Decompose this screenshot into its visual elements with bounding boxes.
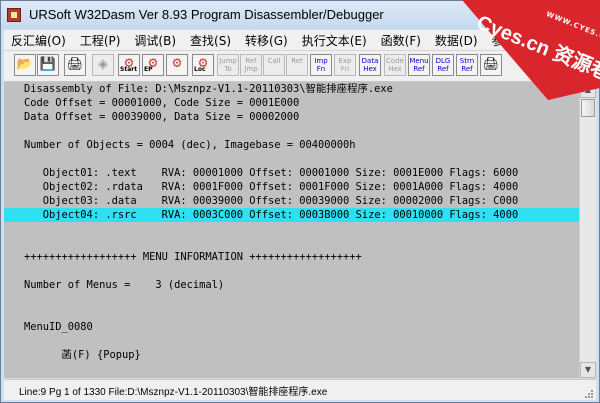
menu-item[interactable]: 转移(G) [238, 32, 295, 49]
menu-item[interactable]: 调试(B) [127, 32, 183, 49]
window-title: URSoft W32Dasm Ver 8.93 Program Disassem… [29, 7, 384, 22]
step-start-icon[interactable]: ⚙ Start [118, 54, 140, 76]
listing-line-text: Data Offset = 00039000, Data Size = 0000… [24, 111, 300, 123]
ret-icon[interactable]: Ret [286, 54, 308, 76]
listing-line[interactable] [4, 334, 579, 348]
vertical-scrollbar[interactable]: ▲ ▼ [579, 82, 596, 378]
toolbar-label: Loc [194, 66, 206, 73]
toolbar-label-top: Code Hex [386, 57, 404, 73]
menu-item[interactable]: 执行文本(E) [295, 32, 374, 49]
code-location-icon[interactable]: ⚙ Loc [192, 54, 214, 76]
listing-line[interactable] [4, 264, 579, 278]
menu-item[interactable]: 工程(P) [73, 32, 128, 49]
toolbar-label-top: Ret [291, 57, 303, 65]
toolbar-label-top: Data Hex [361, 57, 379, 73]
listing-line[interactable]: Object01: .text RVA: 00001000 Offset: 00… [4, 166, 579, 180]
listing-line[interactable] [4, 306, 579, 320]
toolbar-label: EP [144, 66, 153, 73]
listing-line[interactable] [4, 152, 579, 166]
menu-item[interactable]: 反汇编(O) [4, 32, 73, 49]
menu-item[interactable]: 查找(S) [183, 32, 238, 49]
toolbar-label-top: Call [267, 57, 281, 65]
menu-item[interactable]: 函数(F) [374, 32, 428, 49]
listing-line[interactable] [4, 222, 579, 236]
toolbar-glyph: 📂 [16, 57, 34, 72]
listing-line-text: Object02: .rdata RVA: 0001F000 Offset: 0… [24, 181, 519, 193]
scroll-down-button[interactable]: ▼ [580, 362, 596, 378]
menu-ref-icon[interactable]: Menu Ref [408, 54, 430, 76]
listing-line[interactable]: ++++++++++++++++++ MENU INFORMATION ++++… [4, 250, 579, 264]
toolbar-label-top: Jump To [219, 57, 237, 73]
save-disassembly-icon[interactable]: 💾 [37, 54, 59, 76]
load-process-icon[interactable]: ◈ [92, 54, 114, 76]
listing-line-text: Object03: .data RVA: 00039000 Offset: 00… [24, 195, 519, 207]
toolbar-label-top: Imp Fn [314, 57, 328, 73]
toolbar-glyph: 🖨 [66, 57, 84, 72]
app-icon [7, 8, 21, 22]
toolbar-label: Start [120, 66, 138, 73]
listing-line[interactable] [4, 236, 579, 250]
listing-line[interactable]: Data Offset = 00039000, Data Size = 0000… [4, 110, 579, 124]
listing-line[interactable]: Number of Menus = 3 (decimal) [4, 278, 579, 292]
call-icon[interactable]: Call [263, 54, 285, 76]
goto-code-icon[interactable]: ⚙ [166, 54, 188, 76]
toolbar-glyph: 💾 [39, 57, 57, 72]
toolbar-label-top: Exp Fn [338, 57, 352, 73]
entry-point-icon[interactable]: ⚙ EP [142, 54, 164, 76]
listing-line[interactable]: Number of Objects = 0004 (dec), Imagebas… [4, 138, 579, 152]
listing-line[interactable] [4, 292, 579, 306]
listing-line[interactable]: Object02: .rdata RVA: 0001F000 Offset: 0… [4, 180, 579, 194]
data-hex-icon[interactable]: Data Hex [359, 54, 381, 76]
toolbar-glyph: ⚙ [171, 56, 183, 70]
listing-line-text: 菡(F) {Popup} [24, 349, 141, 361]
resize-grip-icon[interactable] [582, 387, 594, 399]
listing-line[interactable]: 菡(F) {Popup} [4, 348, 579, 362]
exp-fn-icon[interactable]: Exp Fn [334, 54, 356, 76]
ref-jmp-icon[interactable]: Ref Jmp [240, 54, 262, 76]
toolbar-glyph: ◈ [98, 57, 108, 72]
listing-line[interactable]: MenuID_0080 [4, 320, 579, 334]
listing-line-text: Code Offset = 00001000, Code Size = 0001… [24, 97, 300, 109]
listing-line[interactable] [4, 124, 579, 138]
code-hex-icon[interactable]: Code Hex [384, 54, 406, 76]
listing-line-text: Object04: .rsrc RVA: 0003C000 Offset: 00… [24, 209, 519, 221]
status-text: Line:9 Pg 1 of 1330 File:D:\Msznpz-V1.1-… [19, 387, 328, 398]
disassembly-listing[interactable]: Disassembly of File: D:\Msznpz-V1.1-2011… [4, 82, 579, 378]
scroll-thumb[interactable] [581, 99, 595, 117]
listing-line[interactable]: Object03: .data RVA: 00039000 Offset: 00… [4, 194, 579, 208]
jump-to-icon[interactable]: Jump To [217, 54, 239, 76]
open-file-icon[interactable]: 📂 [14, 54, 36, 76]
selected-listing-line[interactable]: Object04: .rsrc RVA: 0003C000 Offset: 00… [4, 208, 579, 222]
listing-line-text: Number of Menus = 3 (decimal) [24, 279, 225, 291]
status-bar: Line:9 Pg 1 of 1330 File:D:\Msznpz-V1.1-… [4, 379, 596, 400]
print-icon[interactable]: 🖨 [64, 54, 86, 76]
toolbar-label-top: Menu Ref [409, 57, 429, 73]
toolbar-label-top: Ref Jmp [244, 57, 258, 73]
listing-line-text: ++++++++++++++++++ MENU INFORMATION ++++… [24, 251, 362, 263]
imp-fn-icon[interactable]: Imp Fn [310, 54, 332, 76]
listing-line-text: Disassembly of File: D:\Msznpz-V1.1-2011… [24, 83, 393, 95]
listing-line-text: Object01: .text RVA: 00001000 Offset: 00… [24, 167, 519, 179]
listing-line-text: Number of Objects = 0004 (dec), Imagebas… [24, 139, 356, 151]
listing-line-text: MenuID_0080 [24, 321, 93, 333]
